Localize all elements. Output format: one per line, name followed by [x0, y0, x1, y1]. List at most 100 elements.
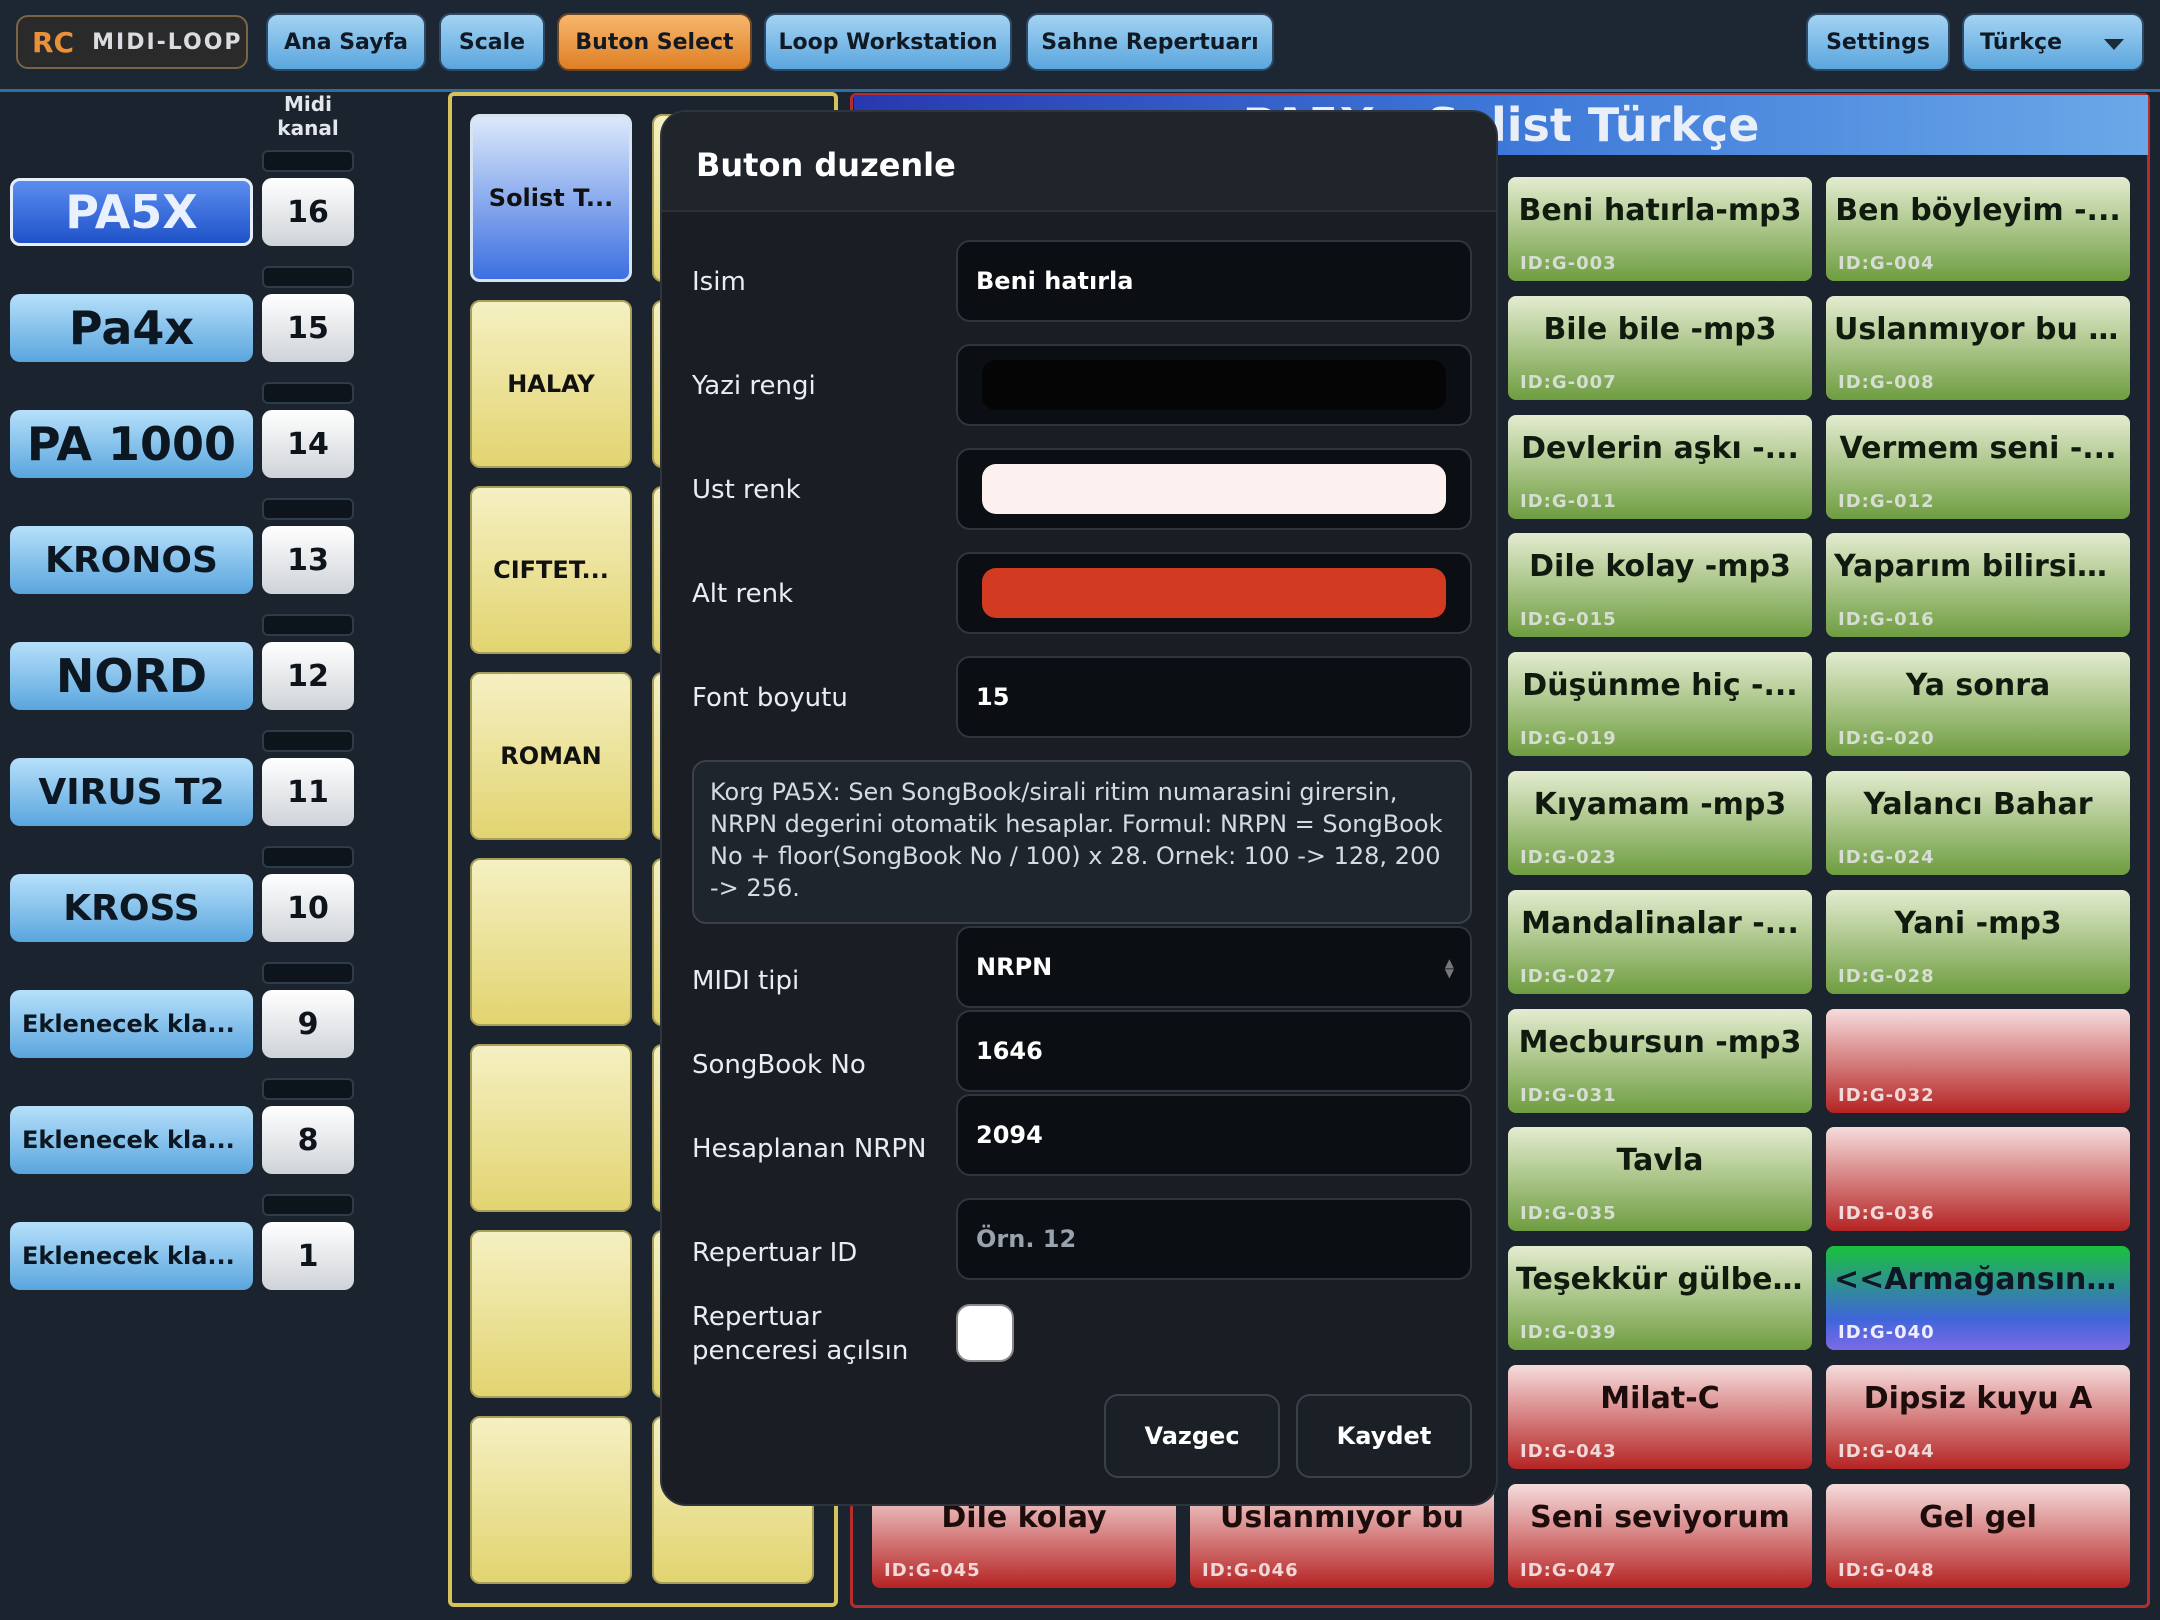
category-tile[interactable]: ROMAN [470, 672, 632, 840]
category-tile[interactable] [470, 1230, 632, 1398]
midi-channel-box[interactable]: 9 [262, 990, 354, 1058]
song-button-id: ID:G-023 [1520, 847, 1617, 868]
cancel-button[interactable]: Vazgec [1104, 1394, 1280, 1478]
channel-slot [262, 962, 354, 984]
language-select[interactable]: Türkçe [1962, 13, 2144, 71]
song-button-label: Mecbursun -mp3 [1518, 1024, 1802, 1060]
top-color-swatch [982, 464, 1446, 514]
song-button[interactable]: Dipsiz kuyu A ID:G-044 [1826, 1365, 2130, 1469]
channel-slot [262, 730, 354, 752]
song-button[interactable]: Yani -mp3 ID:G-028 [1826, 889, 2130, 994]
song-button[interactable]: Düşünme hiç -... ID:G-019 [1508, 652, 1812, 757]
device-button[interactable]: VIRUS T2 [10, 758, 253, 826]
midi-channel-box[interactable]: 14 [262, 410, 354, 478]
song-button[interactable]: Milat-C ID:G-043 [1508, 1365, 1812, 1469]
device-button[interactable]: PA 1000 [10, 410, 253, 478]
midi-channel-box[interactable]: 1 [262, 1222, 354, 1290]
song-button[interactable]: Yalancı Bahar ID:G-024 [1826, 771, 2130, 875]
settings-button[interactable]: Settings [1806, 13, 1950, 71]
device-button[interactable]: Eklenecek kla... [10, 1222, 253, 1290]
repertuar-id-input[interactable]: Örn. 12 [956, 1198, 1472, 1280]
midi-channel-box[interactable]: 10 [262, 874, 354, 942]
text-color-picker[interactable] [956, 344, 1472, 426]
song-button[interactable]: Uslanmıyor bu -... ID:G-008 [1826, 295, 2130, 400]
midi-type-label: MIDI tipi [692, 966, 800, 996]
song-button[interactable]: Beni hatırla-mp3 ID:G-003 [1508, 177, 1812, 281]
song-button-id: ID:G-016 [1838, 609, 1935, 631]
device-button[interactable]: Pa4x [10, 294, 253, 362]
song-button-label: Yaparım bilirsin... [1834, 549, 2122, 585]
category-tile[interactable]: Solist T... [470, 114, 632, 282]
logo-name: MIDI-LOOP [92, 29, 243, 55]
song-button[interactable]: Mecbursun -mp3 ID:G-031 [1508, 1008, 1812, 1113]
song-button-id: ID:G-007 [1520, 371, 1617, 393]
channel-slot [262, 614, 354, 636]
song-button[interactable]: Mandalinalar -... ID:G-027 [1508, 889, 1812, 994]
song-button[interactable]: Kıyamam -mp3 ID:G-023 [1508, 771, 1812, 875]
dialog-header: Buton duzenle [662, 112, 1496, 212]
song-button[interactable]: Dile kolay -mp3 ID:G-015 [1508, 533, 1812, 638]
song-button[interactable]: Vermem seni -... ID:G-012 [1826, 414, 2130, 519]
song-button[interactable]: Tavla ID:G-035 [1508, 1127, 1812, 1232]
song-button-label: Beni hatırla-mp3 [1518, 193, 1802, 228]
song-button-label: Kıyamam -mp3 [1533, 787, 1787, 822]
midi-channel-box[interactable]: 8 [262, 1106, 354, 1174]
channel-slot [262, 382, 354, 404]
device-button[interactable]: Eklenecek kla... [10, 1106, 253, 1174]
song-button[interactable]: Yaparım bilirsin... ID:G-016 [1826, 533, 2130, 638]
category-tile[interactable]: HALAY [470, 300, 632, 468]
language-value: Türkçe [1980, 29, 2063, 55]
song-button[interactable]: Ya sonra ID:G-020 [1826, 652, 2130, 757]
channel-slot [262, 846, 354, 868]
song-button-id: ID:G-020 [1838, 728, 1935, 750]
midi-channel-box[interactable]: 12 [262, 642, 354, 710]
nav-loop-workstation-button[interactable]: Loop Workstation [764, 13, 1012, 71]
top-color-picker[interactable] [956, 448, 1472, 530]
select-arrows-icon: ▲ ▼ [1444, 956, 1454, 980]
midi-channel-box[interactable]: 16 [262, 178, 354, 246]
song-button[interactable]: Teşekkür gülbe... ID:G-039 [1508, 1246, 1812, 1351]
font-size-label: Font boyutu [692, 683, 848, 713]
midi-channel-box[interactable]: 15 [262, 294, 354, 362]
song-button-label: Bile bile -mp3 [1543, 311, 1777, 347]
midi-kanal-header: Midi kanal [277, 92, 339, 140]
device-button[interactable]: NORD [10, 642, 253, 710]
nav-scale-button[interactable]: Scale [439, 13, 545, 71]
midi-channel-box[interactable]: 11 [262, 758, 354, 826]
device-button[interactable]: KROSS [10, 874, 253, 942]
song-button[interactable]: ID:G-032 [1826, 1008, 2130, 1113]
open-window-checkbox[interactable] [956, 1304, 1014, 1362]
channel-slot [262, 266, 354, 288]
device-button[interactable]: KRONOS [10, 526, 253, 594]
nrpn-help-text: Korg PA5X: Sen SongBook/sirali ritim num… [692, 760, 1472, 924]
category-tile[interactable] [470, 858, 632, 1026]
songbook-input[interactable]: 1646 [956, 1010, 1472, 1092]
song-button[interactable]: Devlerin aşkı -... ID:G-011 [1508, 414, 1812, 519]
channel-slot [262, 1194, 354, 1216]
bottom-color-picker[interactable] [956, 552, 1472, 634]
song-button[interactable]: ID:G-036 [1826, 1127, 2130, 1232]
midi-channel-box[interactable]: 13 [262, 526, 354, 594]
song-button[interactable]: Gel gel ID:G-048 [1826, 1483, 2130, 1588]
nav-sahne-repertuari-button[interactable]: Sahne Repertuarı [1026, 13, 1274, 71]
device-button[interactable]: Eklenecek kla... [10, 990, 253, 1058]
nav-ana-sayfa-button[interactable]: Ana Sayfa [266, 13, 426, 71]
midi-type-select[interactable]: NRPN ▲ ▼ [956, 926, 1472, 1008]
save-button[interactable]: Kaydet [1296, 1394, 1472, 1478]
channel-slot [262, 150, 354, 172]
song-button[interactable]: Bile bile -mp3 ID:G-007 [1508, 295, 1812, 400]
category-tile[interactable]: CIFTET... [470, 486, 632, 654]
song-button-id: ID:G-015 [1520, 609, 1617, 631]
song-button-label: Yani -mp3 [1894, 905, 2062, 941]
font-size-input[interactable]: 15 [956, 656, 1472, 738]
nav-buton-select-button[interactable]: Buton Select [557, 13, 752, 71]
song-button-id: ID:G-035 [1520, 1203, 1617, 1225]
category-tile[interactable] [470, 1416, 632, 1584]
category-tile[interactable] [470, 1044, 632, 1212]
song-button-id: ID:G-044 [1838, 1441, 1935, 1462]
name-input[interactable]: Beni hatırla [956, 240, 1472, 322]
song-button[interactable]: Ben böyleyim -... ID:G-004 [1826, 177, 2130, 281]
song-button[interactable]: <<Armağansın>> ID:G-040 [1826, 1246, 2130, 1351]
device-button[interactable]: PA5X [10, 178, 253, 246]
song-button[interactable]: Seni seviyorum ID:G-047 [1508, 1483, 1812, 1588]
